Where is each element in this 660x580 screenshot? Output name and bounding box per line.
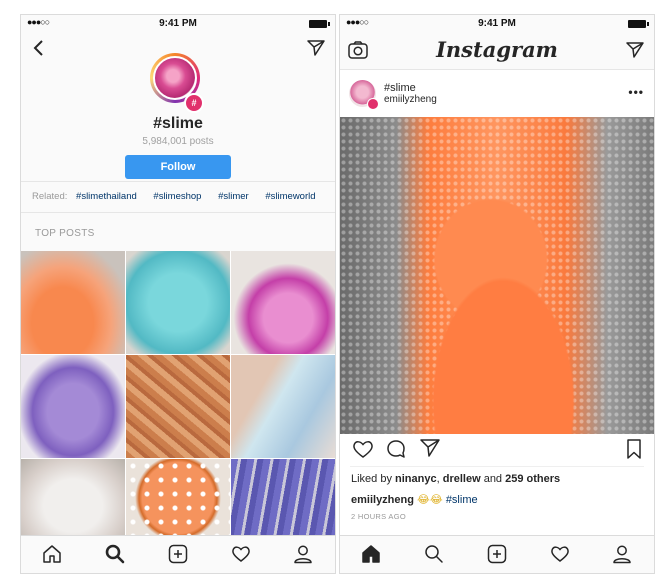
post-thumbnail[interactable]	[21, 251, 125, 354]
tab-bar	[21, 535, 335, 573]
post-actions	[340, 439, 654, 465]
battery-icon	[628, 20, 649, 28]
likes-line[interactable]: Liked by ninanyc, drellew and 259 others	[351, 473, 560, 485]
add-icon[interactable]	[168, 544, 188, 564]
back-icon[interactable]	[32, 39, 46, 57]
post-thumbnail[interactable]	[21, 355, 125, 458]
post-count: 5,984,001 posts	[142, 136, 214, 147]
post-caption: emiilyzheng 😂😂 #slime	[351, 493, 478, 506]
home-icon[interactable]	[42, 544, 62, 564]
post-thumbnail[interactable]	[231, 459, 335, 537]
post-header: #slime emiilyzheng •••	[340, 71, 654, 117]
profile-icon[interactable]	[612, 544, 632, 564]
home-icon[interactable]	[361, 544, 381, 564]
caption-emoji: 😂😂	[417, 494, 443, 506]
post-thumbnail[interactable]	[231, 251, 335, 354]
likes-prefix: Liked by	[351, 473, 396, 485]
related-tag-link[interactable]: #slimeshop	[153, 191, 201, 202]
feed-header: Instagram	[340, 33, 654, 70]
like-heart-icon[interactable]	[352, 439, 374, 459]
liker-username[interactable]: drellew	[443, 473, 481, 485]
liker-username[interactable]: ninanyc	[395, 473, 437, 485]
related-tag-link[interactable]: #slimer	[218, 191, 249, 202]
post-thumbnail[interactable]	[231, 355, 335, 458]
share-icon[interactable]	[420, 439, 440, 457]
feed-screen: ●●●○○ 9:41 PM Instagram #slime emiilyzhe…	[339, 14, 655, 574]
tab-bar	[340, 535, 654, 573]
status-bar: ●●●○○ 9:41 PM	[21, 15, 335, 33]
related-tag-link[interactable]: #slimeworld	[265, 191, 315, 202]
caption-username[interactable]: emiilyzheng	[351, 494, 414, 506]
search-icon[interactable]	[424, 544, 444, 564]
status-bar: ●●●○○ 9:41 PM	[340, 15, 654, 33]
direct-icon[interactable]	[307, 40, 325, 56]
status-time: 9:41 PM	[478, 18, 516, 29]
related-label: Related:	[32, 191, 68, 202]
post-image[interactable]	[340, 117, 654, 434]
top-posts-grid	[21, 251, 335, 537]
related-tag-link[interactable]: #slimethailand	[76, 191, 137, 202]
profile-icon[interactable]	[293, 544, 313, 564]
post-thumbnail[interactable]	[126, 355, 230, 458]
likes-connector: and	[480, 473, 506, 485]
add-icon[interactable]	[487, 544, 507, 564]
top-posts-heading: TOP POSTS	[35, 228, 95, 239]
post-hashtag[interactable]: #slime	[384, 82, 416, 94]
hashtag-header: # #slime 5,984,001 posts Follow	[21, 33, 335, 199]
comment-icon[interactable]	[386, 439, 406, 459]
hashtag-title: #slime	[153, 115, 203, 132]
hashtag-screen: ●●●○○ 9:41 PM # #slime 5,984,001 posts F…	[20, 14, 336, 574]
heart-icon[interactable]	[231, 544, 251, 564]
post-thumbnail[interactable]	[21, 459, 125, 537]
status-time: 9:41 PM	[159, 18, 197, 29]
caption-hashtag[interactable]: #slime	[446, 494, 478, 506]
bookmark-icon[interactable]	[626, 439, 642, 459]
follow-button[interactable]: Follow	[125, 155, 231, 179]
more-options-icon[interactable]: •••	[628, 85, 644, 99]
hashtag-badge-icon: #	[184, 93, 204, 113]
heart-icon[interactable]	[550, 544, 570, 564]
direct-icon[interactable]	[626, 42, 644, 58]
likes-count[interactable]: 259 others	[505, 473, 560, 485]
search-icon[interactable]	[105, 544, 125, 564]
instagram-logo: Instagram	[436, 37, 558, 62]
hashtag-badge-icon	[367, 98, 379, 110]
post-thumbnail[interactable]	[126, 459, 230, 537]
battery-icon	[309, 20, 330, 28]
post-thumbnail[interactable]	[126, 251, 230, 354]
post-username[interactable]: emiilyzheng	[384, 94, 437, 105]
related-tags-bar: Related: #slimethailand #slimeshop #slim…	[21, 181, 335, 213]
post-timestamp: 2 HOURS AGO	[351, 512, 406, 521]
divider	[350, 466, 644, 467]
